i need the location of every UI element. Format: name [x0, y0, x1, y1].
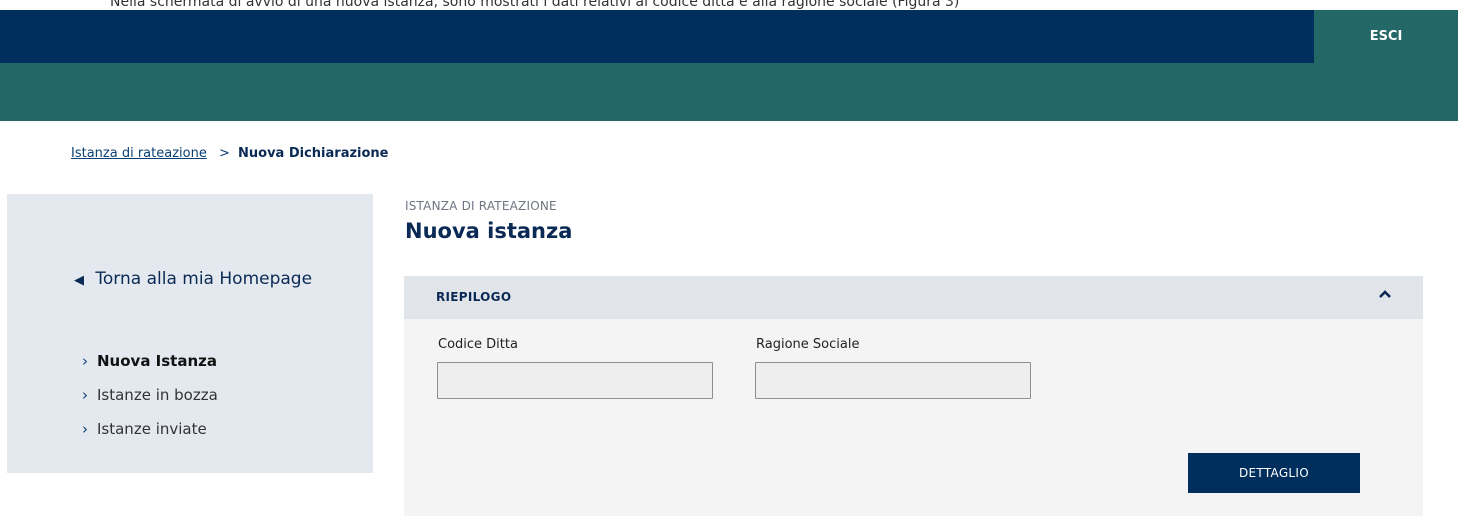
caret-left-icon: ◀ — [74, 273, 84, 288]
sidebar-menu: › Nuova Istanza › Istanze in bozza › Istanz… — [82, 352, 218, 454]
riepilogo-panel-header[interactable]: RIEPILOGO — [404, 276, 1423, 319]
chevron-right-icon: › — [82, 352, 88, 370]
breadcrumb-current: Nuova Dichiarazione — [238, 146, 389, 161]
chevron-right-icon: › — [82, 386, 88, 404]
sidebar-item-label: Nuova Istanza — [97, 352, 217, 370]
sidebar-item-label: Istanze inviate — [97, 420, 207, 438]
panel-title: RIEPILOGO — [436, 290, 512, 304]
back-link-label: Torna alla mia Homepage — [95, 269, 313, 289]
back-to-homepage-link[interactable]: ◀ Torna alla mia Homepage — [74, 269, 312, 289]
breadcrumb: Istanza di rateazione > Nuova Dichiarazi… — [71, 146, 389, 161]
sidebar: ◀ Torna alla mia Homepage › Nuova Istanza… — [7, 194, 373, 473]
chevron-up-icon[interactable] — [1377, 286, 1393, 302]
breadcrumb-separator: > — [218, 146, 230, 161]
page-subtitle: ISTANZA DI RATEAZIONE — [405, 199, 557, 213]
breadcrumb-link-istanza[interactable]: Istanza di rateazione — [71, 146, 207, 161]
sidebar-item-nuova-istanza[interactable]: › Nuova Istanza — [82, 352, 218, 386]
ragione-sociale-field[interactable] — [755, 362, 1031, 399]
sidebar-item-istanze-in-bozza[interactable]: › Istanze in bozza — [82, 386, 218, 420]
top-navbar: ESCI — [0, 10, 1458, 63]
codice-ditta-label: Codice Ditta — [438, 337, 518, 352]
sidebar-item-label: Istanze in bozza — [97, 386, 218, 404]
chevron-right-icon: › — [82, 420, 88, 438]
sidebar-item-istanze-inviate[interactable]: › Istanze inviate — [82, 420, 218, 454]
secondary-navbar — [0, 63, 1458, 121]
page-title: Nuova istanza — [405, 219, 573, 243]
page-caption: Nella schermata di avvio di una nuova is… — [110, 0, 960, 10]
ragione-sociale-label: Ragione Sociale — [756, 337, 860, 352]
codice-ditta-field[interactable] — [437, 362, 713, 399]
detail-button[interactable]: DETTAGLIO — [1188, 453, 1360, 493]
exit-button[interactable]: ESCI — [1314, 10, 1458, 63]
riepilogo-panel: RIEPILOGO Codice Ditta Ragione Sociale D… — [404, 276, 1423, 516]
